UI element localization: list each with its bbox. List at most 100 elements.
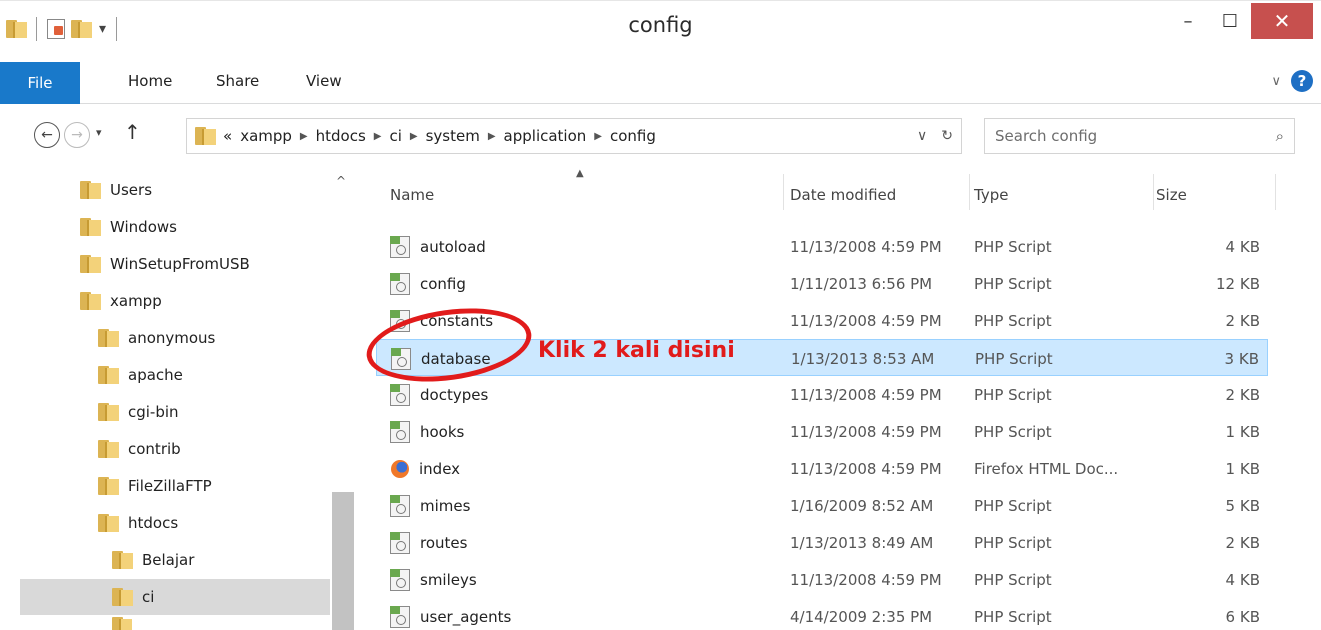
file-name: index [419, 459, 461, 478]
tree-item[interactable]: contrib [98, 431, 181, 467]
navpane-scrollbar[interactable]: ^ [330, 166, 354, 630]
address-bar[interactable]: « xampp ▶ htdocs ▶ ci ▶ system ▶ applica… [186, 118, 962, 154]
tree-item-selected[interactable]: ci [20, 579, 330, 615]
php-script-icon [390, 531, 410, 554]
file-date: 11/13/2008 4:59 PM [790, 311, 942, 330]
breadcrumb-arrow-icon[interactable]: ▶ [594, 131, 602, 142]
file-date: 11/13/2008 4:59 PM [790, 422, 942, 441]
breadcrumb-arrow-icon[interactable]: ▶ [374, 131, 382, 142]
scroll-up-icon[interactable]: ^ [336, 174, 346, 188]
column-divider[interactable] [783, 174, 784, 210]
sort-ascending-icon: ▲ [576, 168, 584, 179]
forward-button[interactable]: → [64, 122, 90, 148]
title-bar: ▾ config – ☐ ✕ [0, 0, 1321, 62]
file-list: Name ▲ Date modified Type Size autoload … [356, 166, 1321, 630]
folder-icon [80, 180, 101, 200]
file-date: 1/13/2013 8:53 AM [791, 349, 935, 368]
file-row[interactable]: mimes 1/16/2009 8:52 AM PHP Script 5 KB [376, 487, 1268, 524]
folder-icon [112, 550, 133, 570]
minimize-button[interactable]: – [1167, 1, 1209, 41]
file-row[interactable]: hooks 11/13/2008 4:59 PM PHP Script 1 KB [376, 413, 1268, 450]
breadcrumb-arrow-icon[interactable]: ▶ [410, 131, 418, 142]
tree-item[interactable]: Belajar [112, 542, 194, 578]
column-header-size[interactable]: Size [1156, 166, 1276, 224]
file-row[interactable]: autoload 11/13/2008 4:59 PM PHP Script 4… [376, 228, 1268, 265]
folder-icon [112, 587, 133, 607]
breadcrumb-item[interactable]: xampp [240, 127, 292, 145]
column-divider[interactable] [1275, 174, 1276, 210]
file-date: 11/13/2008 4:59 PM [790, 385, 942, 404]
tree-item[interactable]: Users [80, 172, 152, 208]
file-type: PHP Script [974, 422, 1052, 441]
file-name-cell: hooks [390, 413, 464, 450]
breadcrumb-arrow-icon[interactable]: ▶ [300, 131, 308, 142]
tree-item[interactable]: htdocs [98, 505, 178, 541]
file-row[interactable]: index 11/13/2008 4:59 PM Firefox HTML Do… [376, 450, 1268, 487]
up-button[interactable]: ↑ [124, 120, 141, 144]
file-row[interactable]: config 1/11/2013 6:56 PM PHP Script 12 K… [376, 265, 1268, 302]
tree-item[interactable]: FileZillaFTP [98, 468, 212, 504]
column-header-type[interactable]: Type [974, 166, 1154, 224]
refresh-icon[interactable]: ↻ [941, 128, 953, 144]
column-divider[interactable] [969, 174, 970, 210]
tree-item[interactable]: cgi-bin [98, 394, 179, 430]
file-size: 12 KB [1216, 274, 1260, 293]
file-row[interactable]: routes 1/13/2013 8:49 AM PHP Script 2 KB [376, 524, 1268, 561]
address-dropdown-icon[interactable]: ∨ [917, 128, 927, 144]
maximize-button[interactable]: ☐ [1209, 1, 1251, 41]
column-divider[interactable] [1153, 174, 1154, 210]
file-row[interactable]: user_agents 4/14/2009 2:35 PM PHP Script… [376, 598, 1268, 630]
breadcrumb: « xampp ▶ htdocs ▶ ci ▶ system ▶ applica… [223, 127, 656, 145]
tab-share[interactable]: Share [216, 72, 259, 90]
php-script-icon [390, 383, 410, 406]
close-button[interactable]: ✕ [1251, 3, 1313, 39]
tab-home[interactable]: Home [128, 72, 172, 90]
folder-icon [98, 328, 119, 348]
tree-item[interactable]: Windows [80, 209, 177, 245]
firefox-icon [391, 459, 409, 478]
file-size: 1 KB [1225, 422, 1260, 441]
tree-item[interactable]: anonymous [98, 320, 215, 356]
breadcrumb-item[interactable]: ci [389, 127, 401, 145]
php-script-icon [390, 235, 410, 258]
tree-item[interactable]: xampp [80, 283, 162, 319]
help-icon[interactable]: ? [1291, 70, 1313, 92]
folder-icon [98, 439, 119, 459]
folder-icon [112, 616, 132, 630]
breadcrumb-overflow[interactable]: « [223, 127, 232, 145]
tree-item-partial[interactable] [112, 616, 132, 630]
folder-icon [98, 402, 119, 422]
ribbon-right: ∨ ? [1271, 70, 1313, 92]
tab-file[interactable]: File [0, 62, 80, 104]
breadcrumb-item[interactable]: config [610, 127, 656, 145]
expand-ribbon-icon[interactable]: ∨ [1271, 74, 1281, 89]
file-row[interactable]: smileys 11/13/2008 4:59 PM PHP Script 4 … [376, 561, 1268, 598]
scrollbar-thumb[interactable] [332, 492, 354, 630]
back-button[interactable]: ← [34, 122, 60, 148]
breadcrumb-item[interactable]: htdocs [316, 127, 366, 145]
breadcrumb-item[interactable]: application [504, 127, 587, 145]
breadcrumb-item[interactable]: system [426, 127, 480, 145]
ribbon-tabs: File Home Share View ∨ ? [0, 62, 1321, 104]
tree-item[interactable]: WinSetupFromUSB [80, 246, 250, 282]
column-header-date[interactable]: Date modified [790, 166, 970, 224]
file-name-cell: routes [390, 524, 467, 561]
tree-item-label: anonymous [128, 329, 216, 347]
recent-locations-icon[interactable]: ▾ [96, 126, 102, 139]
address-actions: ∨ ↻ [917, 128, 953, 144]
tree-item[interactable]: apache [98, 357, 183, 393]
column-size-label: Size [1156, 186, 1187, 204]
search-icon[interactable]: ⌕ [1276, 127, 1284, 145]
php-script-icon [390, 568, 410, 591]
column-header-name[interactable]: Name ▲ [390, 166, 784, 224]
breadcrumb-arrow-icon[interactable]: ▶ [488, 131, 496, 142]
tree-item-label: Users [110, 181, 153, 199]
file-row[interactable]: doctypes 11/13/2008 4:59 PM PHP Script 2… [376, 376, 1268, 413]
file-date: 11/13/2008 4:59 PM [790, 459, 942, 478]
search-box[interactable]: ⌕ [984, 118, 1295, 154]
tree-item-label: apache [128, 366, 183, 384]
file-date: 1/11/2013 6:56 PM [790, 274, 933, 293]
search-input[interactable] [995, 127, 1276, 145]
navigation-bar: ← → ▾ ↑ « xampp ▶ htdocs ▶ ci ▶ system ▶… [0, 104, 1321, 166]
tab-view[interactable]: View [306, 72, 342, 90]
